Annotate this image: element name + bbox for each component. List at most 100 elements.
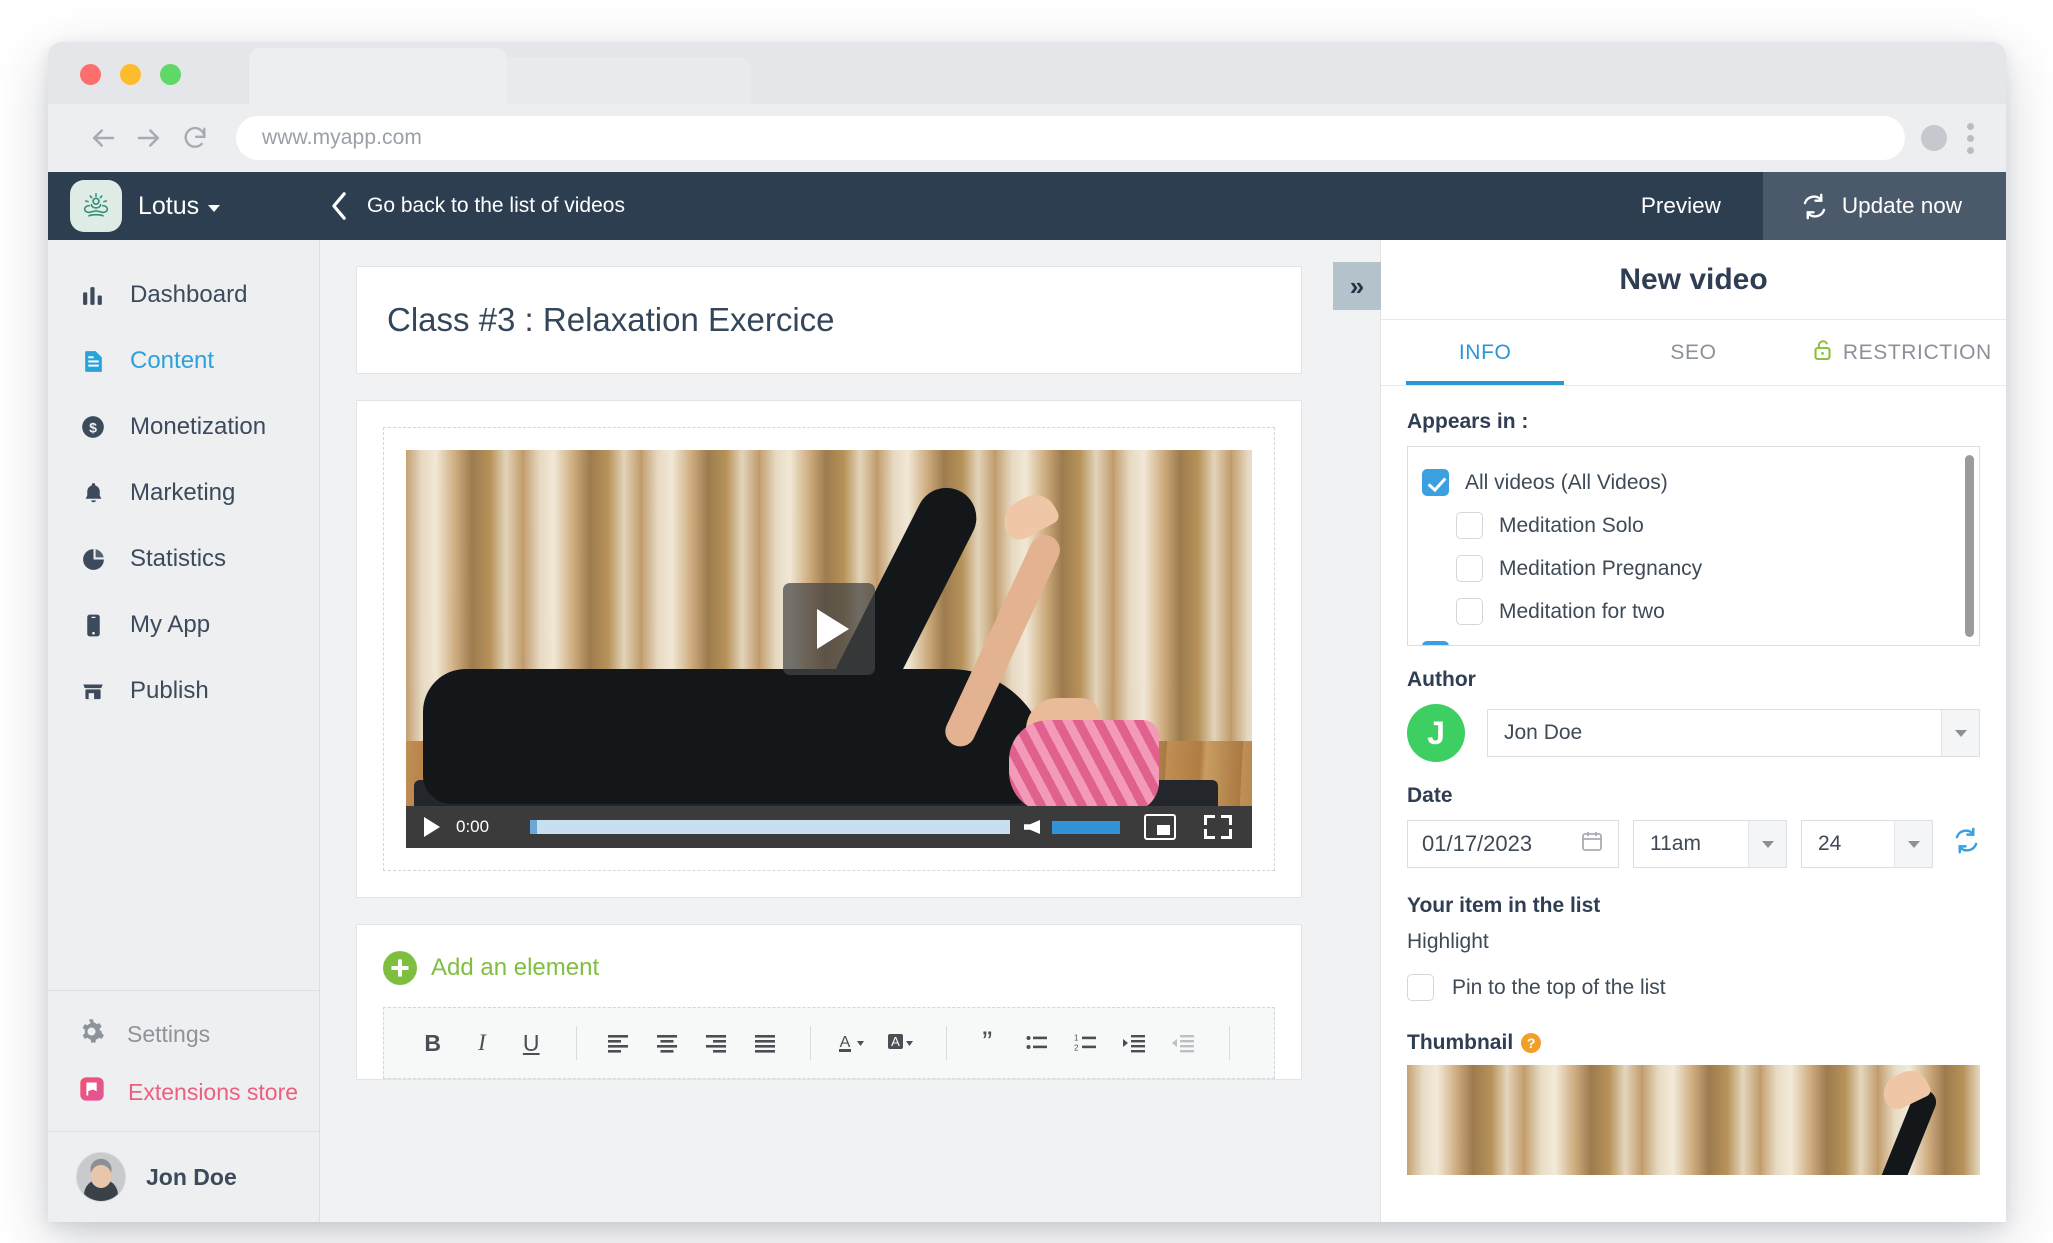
video-play-overlay-button[interactable] — [783, 583, 875, 676]
outdent-button[interactable] — [1162, 1020, 1207, 1066]
minimize-window-button[interactable] — [120, 64, 141, 85]
checkbox[interactable] — [1422, 469, 1449, 496]
minute-value: 24 — [1818, 832, 1842, 855]
minute-select[interactable]: 24 — [1801, 820, 1933, 868]
browser-tab-inactive[interactable] — [503, 57, 751, 104]
chevron-down-icon — [208, 204, 221, 212]
browser-tab-active[interactable] — [249, 48, 507, 104]
tab-seo[interactable]: SEO — [1589, 320, 1797, 385]
pie-chart-icon — [78, 547, 108, 572]
hour-select[interactable]: 11am — [1633, 820, 1787, 868]
tab-info[interactable]: INFO — [1381, 320, 1589, 385]
author-selected-value: Jon Doe — [1504, 721, 1583, 744]
list-item[interactable]: All videos (All Videos) — [1422, 461, 1967, 504]
thumbnail-preview[interactable] — [1407, 1065, 1980, 1175]
sidebar: Dashboard Content $ Monetization Marketi… — [48, 240, 320, 1222]
refresh-icon[interactable] — [1953, 827, 1980, 861]
update-now-button[interactable]: Update now — [1762, 172, 2006, 240]
chevron-down-icon[interactable] — [1894, 821, 1932, 867]
sidebar-item-label: My App — [130, 611, 211, 638]
date-label: Date — [1407, 784, 1453, 807]
numbered-list-button[interactable]: 12 — [1063, 1020, 1108, 1066]
add-element-button[interactable]: Add an element — [383, 951, 1275, 985]
underline-button[interactable]: U — [509, 1020, 554, 1066]
blockquote-button[interactable]: ” — [965, 1020, 1010, 1066]
align-center-button[interactable] — [644, 1020, 689, 1066]
reload-icon[interactable] — [172, 115, 218, 161]
sidebar-item-my-app[interactable]: My App — [48, 592, 319, 658]
chevron-down-icon[interactable] — [1941, 710, 1979, 756]
bullet-list-button[interactable] — [1014, 1020, 1059, 1066]
sidebar-item-publish[interactable]: Publish — [48, 658, 319, 724]
maximize-window-button[interactable] — [160, 64, 181, 85]
date-value: 01/17/2023 — [1422, 831, 1533, 856]
italic-button[interactable]: I — [459, 1020, 504, 1066]
video-dropzone: 0:00 — [383, 427, 1275, 871]
appears-in-list[interactable]: All videos (All Videos) Meditation Solo … — [1407, 446, 1980, 646]
date-input[interactable]: 01/17/2023 — [1407, 820, 1619, 868]
sidebar-item-marketing[interactable]: Marketing — [48, 460, 319, 526]
list-item[interactable]: Meditation for two — [1422, 590, 1967, 633]
play-icon[interactable] — [424, 817, 440, 837]
address-bar[interactable]: www.myapp.com — [236, 116, 1905, 160]
chevron-down-icon[interactable] — [1748, 821, 1786, 867]
toolbar-divider — [575, 1026, 577, 1060]
sidebar-item-extensions-store[interactable]: Extensions store — [48, 1063, 319, 1121]
checkbox[interactable] — [1456, 598, 1483, 625]
list-item-label: Meditation Pregnancy — [1499, 556, 1703, 580]
close-window-button[interactable] — [80, 64, 101, 85]
sidebar-item-monetization[interactable]: $ Monetization — [48, 394, 319, 460]
document-icon — [78, 349, 108, 374]
indent-button[interactable] — [1113, 1020, 1158, 1066]
go-back-label: Go back to the list of videos — [367, 194, 625, 217]
highlight-color-button[interactable]: A — [878, 1020, 923, 1066]
sidebar-item-content[interactable]: Content — [48, 328, 319, 394]
brand-name[interactable]: Lotus — [138, 192, 221, 221]
back-arrow-icon[interactable] — [80, 115, 126, 161]
bell-icon — [78, 481, 108, 506]
align-left-button[interactable] — [595, 1020, 640, 1066]
hour-value: 11am — [1650, 832, 1701, 855]
video-player[interactable]: 0:00 — [406, 450, 1252, 848]
checkbox[interactable] — [1422, 641, 1449, 645]
list-item[interactable]: Meditation Pregnancy — [1422, 547, 1967, 590]
font-color-button[interactable]: A — [829, 1020, 874, 1066]
go-back-link[interactable]: Go back to the list of videos — [320, 172, 1599, 240]
sidebar-item-dashboard[interactable]: Dashboard — [48, 262, 319, 328]
pin-to-top-row[interactable]: Pin to the top of the list — [1407, 966, 1980, 1009]
double-chevron-right-icon[interactable]: » — [1333, 262, 1381, 310]
fullscreen-icon[interactable] — [1204, 815, 1232, 839]
brand-block[interactable]: Lotus — [48, 172, 320, 240]
checkbox[interactable] — [1456, 512, 1483, 539]
volume-slider[interactable] — [1052, 820, 1120, 834]
align-justify-button[interactable] — [743, 1020, 788, 1066]
thumbnail-label: Thumbnail — [1407, 1031, 1514, 1054]
checkbox[interactable] — [1456, 555, 1483, 582]
volume-icon[interactable] — [1024, 820, 1040, 834]
forward-arrow-icon[interactable] — [126, 115, 172, 161]
list-item[interactable]: Meditation Solo — [1422, 633, 1967, 645]
help-icon[interactable]: ? — [1521, 1033, 1542, 1053]
calendar-icon[interactable] — [1580, 829, 1604, 859]
video-progress-slider[interactable] — [530, 820, 1010, 834]
preview-button[interactable]: Preview — [1599, 172, 1763, 240]
tab-restriction[interactable]: RESTRICTION — [1798, 320, 2006, 385]
checkbox[interactable] — [1407, 974, 1434, 1001]
scrollbar[interactable] — [1965, 455, 1974, 637]
sidebar-item-statistics[interactable]: Statistics — [48, 526, 319, 592]
tab-seo-label: SEO — [1670, 340, 1717, 364]
browser-menu-icon[interactable] — [1967, 122, 1974, 154]
picture-in-picture-icon[interactable] — [1144, 814, 1176, 840]
content-area: Class #3 : Relaxation Exercice 0:00 Add … — [320, 240, 1380, 1222]
list-item[interactable]: Meditation Solo — [1422, 504, 1967, 547]
author-select[interactable]: Jon Doe — [1487, 709, 1980, 757]
page-title[interactable]: Class #3 : Relaxation Exercice — [387, 301, 1271, 339]
sidebar-user[interactable]: Jon Doe — [48, 1131, 319, 1222]
sidebar-settings-label: Settings — [127, 1020, 211, 1047]
app-header: Lotus Go back to the list of videos Prev… — [48, 172, 2006, 240]
align-right-button[interactable] — [693, 1020, 738, 1066]
bold-button[interactable]: B — [410, 1020, 455, 1066]
app-body: Dashboard Content $ Monetization Marketi… — [48, 240, 2006, 1222]
sidebar-item-settings[interactable]: Settings — [48, 1005, 319, 1063]
browser-profile-avatar[interactable] — [1921, 125, 1947, 151]
